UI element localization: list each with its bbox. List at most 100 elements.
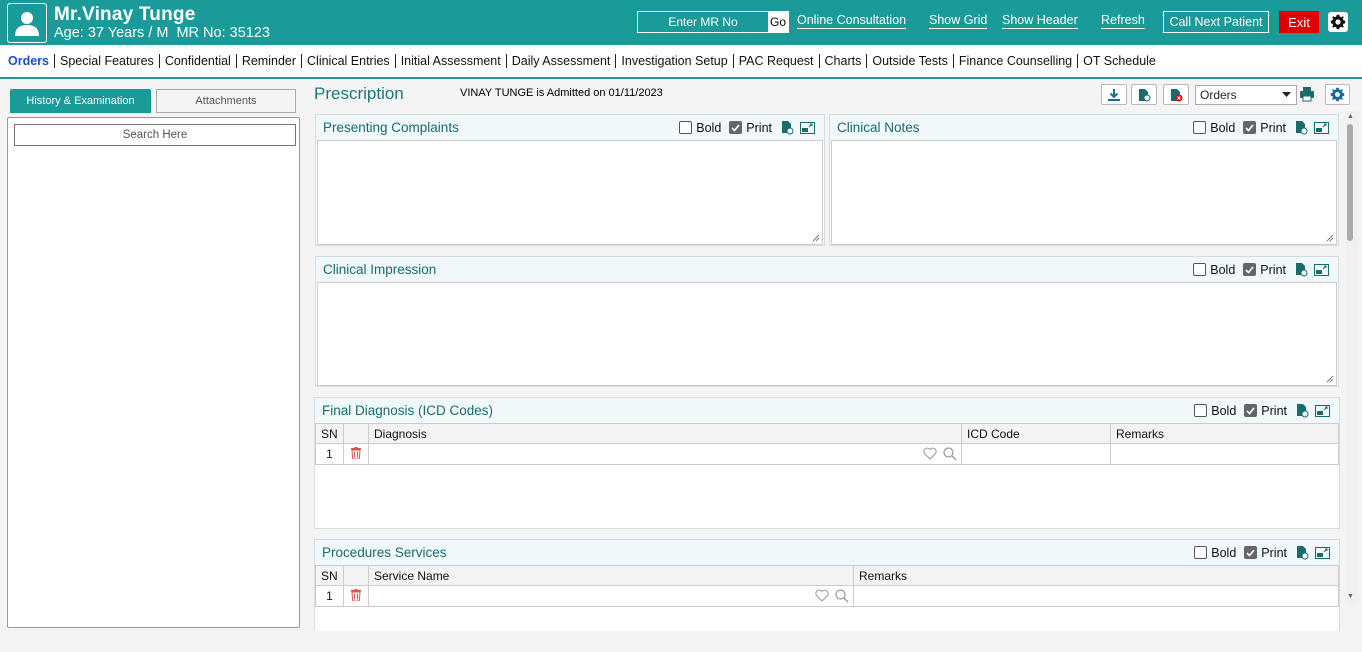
presenting-complaints-textarea[interactable] — [317, 140, 823, 245]
scrollbar-thumb[interactable] — [1347, 124, 1353, 241]
section-title: Procedures Services — [322, 545, 447, 560]
print-label: Print — [1260, 120, 1286, 135]
check-icon — [1245, 123, 1254, 132]
bold-label: Bold — [1211, 545, 1237, 560]
template-button[interactable] — [1294, 120, 1308, 135]
document-add-icon — [1297, 546, 1309, 560]
scroll-up-arrow[interactable]: ▲ — [1347, 113, 1354, 120]
document-delete-icon — [1171, 88, 1183, 101]
refresh-link[interactable]: Refresh — [1101, 13, 1145, 29]
bold-checkbox[interactable] — [1194, 404, 1208, 417]
template-button[interactable] — [1294, 262, 1308, 277]
service-name-input[interactable] — [368, 585, 854, 607]
orders-dropdown[interactable]: Orders — [1195, 85, 1297, 105]
document-add-icon — [782, 121, 794, 135]
show-header-link[interactable]: Show Header — [1002, 13, 1078, 29]
nav-investigation-setup[interactable]: Investigation Setup — [616, 54, 734, 68]
print-checkbox[interactable] — [1244, 546, 1258, 559]
clinical-notes-header: Clinical Notes Bold Print — [830, 115, 1338, 140]
save-template-button[interactable] — [1131, 84, 1157, 105]
favorite-button[interactable] — [923, 447, 937, 463]
nav-orders[interactable]: Orders — [8, 54, 55, 68]
nav-reminder[interactable]: Reminder — [237, 54, 303, 68]
print-checkbox[interactable] — [1243, 263, 1257, 276]
nav-clinical-entries[interactable]: Clinical Entries — [302, 54, 396, 68]
delete-template-button[interactable] — [1163, 84, 1189, 105]
heart-icon — [815, 589, 829, 602]
section-controls: Bold Print — [1193, 119, 1338, 136]
print-checkbox[interactable] — [1243, 121, 1257, 134]
print-checkbox[interactable] — [729, 121, 743, 134]
section-title: Clinical Notes — [837, 120, 920, 135]
search-icon — [835, 589, 849, 603]
delete-row-button[interactable] — [343, 585, 369, 607]
bold-checkbox[interactable] — [679, 121, 693, 134]
tab-history-examination[interactable]: History & Examination — [10, 89, 151, 113]
nav-daily-assessment[interactable]: Daily Assessment — [507, 54, 617, 68]
nav-charts[interactable]: Charts — [820, 54, 868, 68]
nav-pac-request[interactable]: PAC Request — [734, 54, 820, 68]
presenting-complaints-header: Presenting Complaints Bold Print — [316, 115, 824, 140]
section-title: Final Diagnosis (ICD Codes) — [322, 403, 494, 418]
nav-confidential[interactable]: Confidential — [160, 54, 237, 68]
nav-outside-tests[interactable]: Outside Tests — [867, 54, 954, 68]
delete-row-button[interactable] — [343, 443, 369, 465]
exit-button[interactable]: Exit — [1279, 11, 1319, 33]
expand-button[interactable] — [800, 121, 815, 134]
mr-number-input[interactable] — [638, 12, 768, 32]
nav-ot-schedule[interactable]: OT Schedule — [1078, 54, 1161, 68]
bold-checkbox[interactable] — [1194, 546, 1208, 559]
tab-attachments[interactable]: Attachments — [156, 89, 296, 113]
print-button[interactable] — [1299, 86, 1315, 105]
template-button[interactable] — [1295, 545, 1309, 560]
expand-button[interactable] — [1315, 404, 1330, 417]
show-grid-link[interactable]: Show Grid — [929, 13, 988, 29]
icd-code-input[interactable] — [961, 443, 1111, 465]
search-icon — [943, 447, 957, 461]
call-next-patient-button[interactable]: Call Next Patient — [1163, 11, 1269, 33]
favorite-button[interactable] — [815, 589, 829, 605]
column-header-actions — [343, 423, 369, 444]
clinical-notes-section: Clinical Notes Bold Print — [829, 114, 1339, 246]
section-controls: Bold Print — [679, 119, 824, 136]
main-settings-button[interactable] — [1325, 84, 1350, 105]
clinical-impression-textarea[interactable] — [317, 282, 1337, 386]
remarks-input[interactable] — [1110, 443, 1339, 465]
search-diagnosis-button[interactable] — [943, 447, 957, 464]
scroll-down-arrow[interactable]: ▼ — [1347, 593, 1354, 600]
go-button[interactable]: Go — [768, 12, 788, 32]
table-row: 1 — [315, 585, 1339, 607]
expand-icon — [1315, 404, 1330, 417]
nav-finance-counselling[interactable]: Finance Counselling — [954, 54, 1079, 68]
patient-age: Age: 37 Years / M — [54, 25, 169, 41]
template-button[interactable] — [1295, 403, 1309, 418]
expand-button[interactable] — [1315, 546, 1330, 559]
expand-button[interactable] — [1314, 121, 1329, 134]
history-panel — [7, 117, 300, 628]
procedures-table: SN Service Name Remarks 1 — [315, 565, 1339, 607]
user-icon — [15, 12, 39, 36]
clinical-notes-textarea[interactable] — [831, 140, 1337, 245]
main-panel: Prescription VINAY TUNGE is Admitted on … — [306, 80, 1362, 631]
bold-label: Bold — [1210, 120, 1236, 135]
bold-checkbox[interactable] — [1193, 121, 1207, 134]
print-checkbox[interactable] — [1244, 404, 1258, 417]
template-button[interactable] — [780, 120, 794, 135]
download-button[interactable] — [1101, 84, 1127, 105]
nav-special-features[interactable]: Special Features — [55, 54, 160, 68]
section-title: Clinical Impression — [323, 262, 437, 277]
diagnosis-input[interactable] — [368, 443, 962, 465]
search-input[interactable] — [14, 124, 296, 146]
settings-button[interactable] — [1328, 12, 1348, 32]
remarks-input[interactable] — [853, 585, 1339, 607]
bold-checkbox[interactable] — [1193, 263, 1207, 276]
expand-icon — [1314, 263, 1329, 276]
gear-icon — [1330, 14, 1346, 30]
search-service-button[interactable] — [835, 589, 849, 606]
patient-name: Mr.Vinay Tunge — [54, 4, 196, 25]
gear-icon — [1330, 87, 1345, 102]
nav-initial-assessment[interactable]: Initial Assessment — [396, 54, 507, 68]
online-consultation-link[interactable]: Online Consultation — [797, 13, 907, 29]
print-label: Print — [1260, 262, 1286, 277]
expand-button[interactable] — [1314, 263, 1329, 276]
